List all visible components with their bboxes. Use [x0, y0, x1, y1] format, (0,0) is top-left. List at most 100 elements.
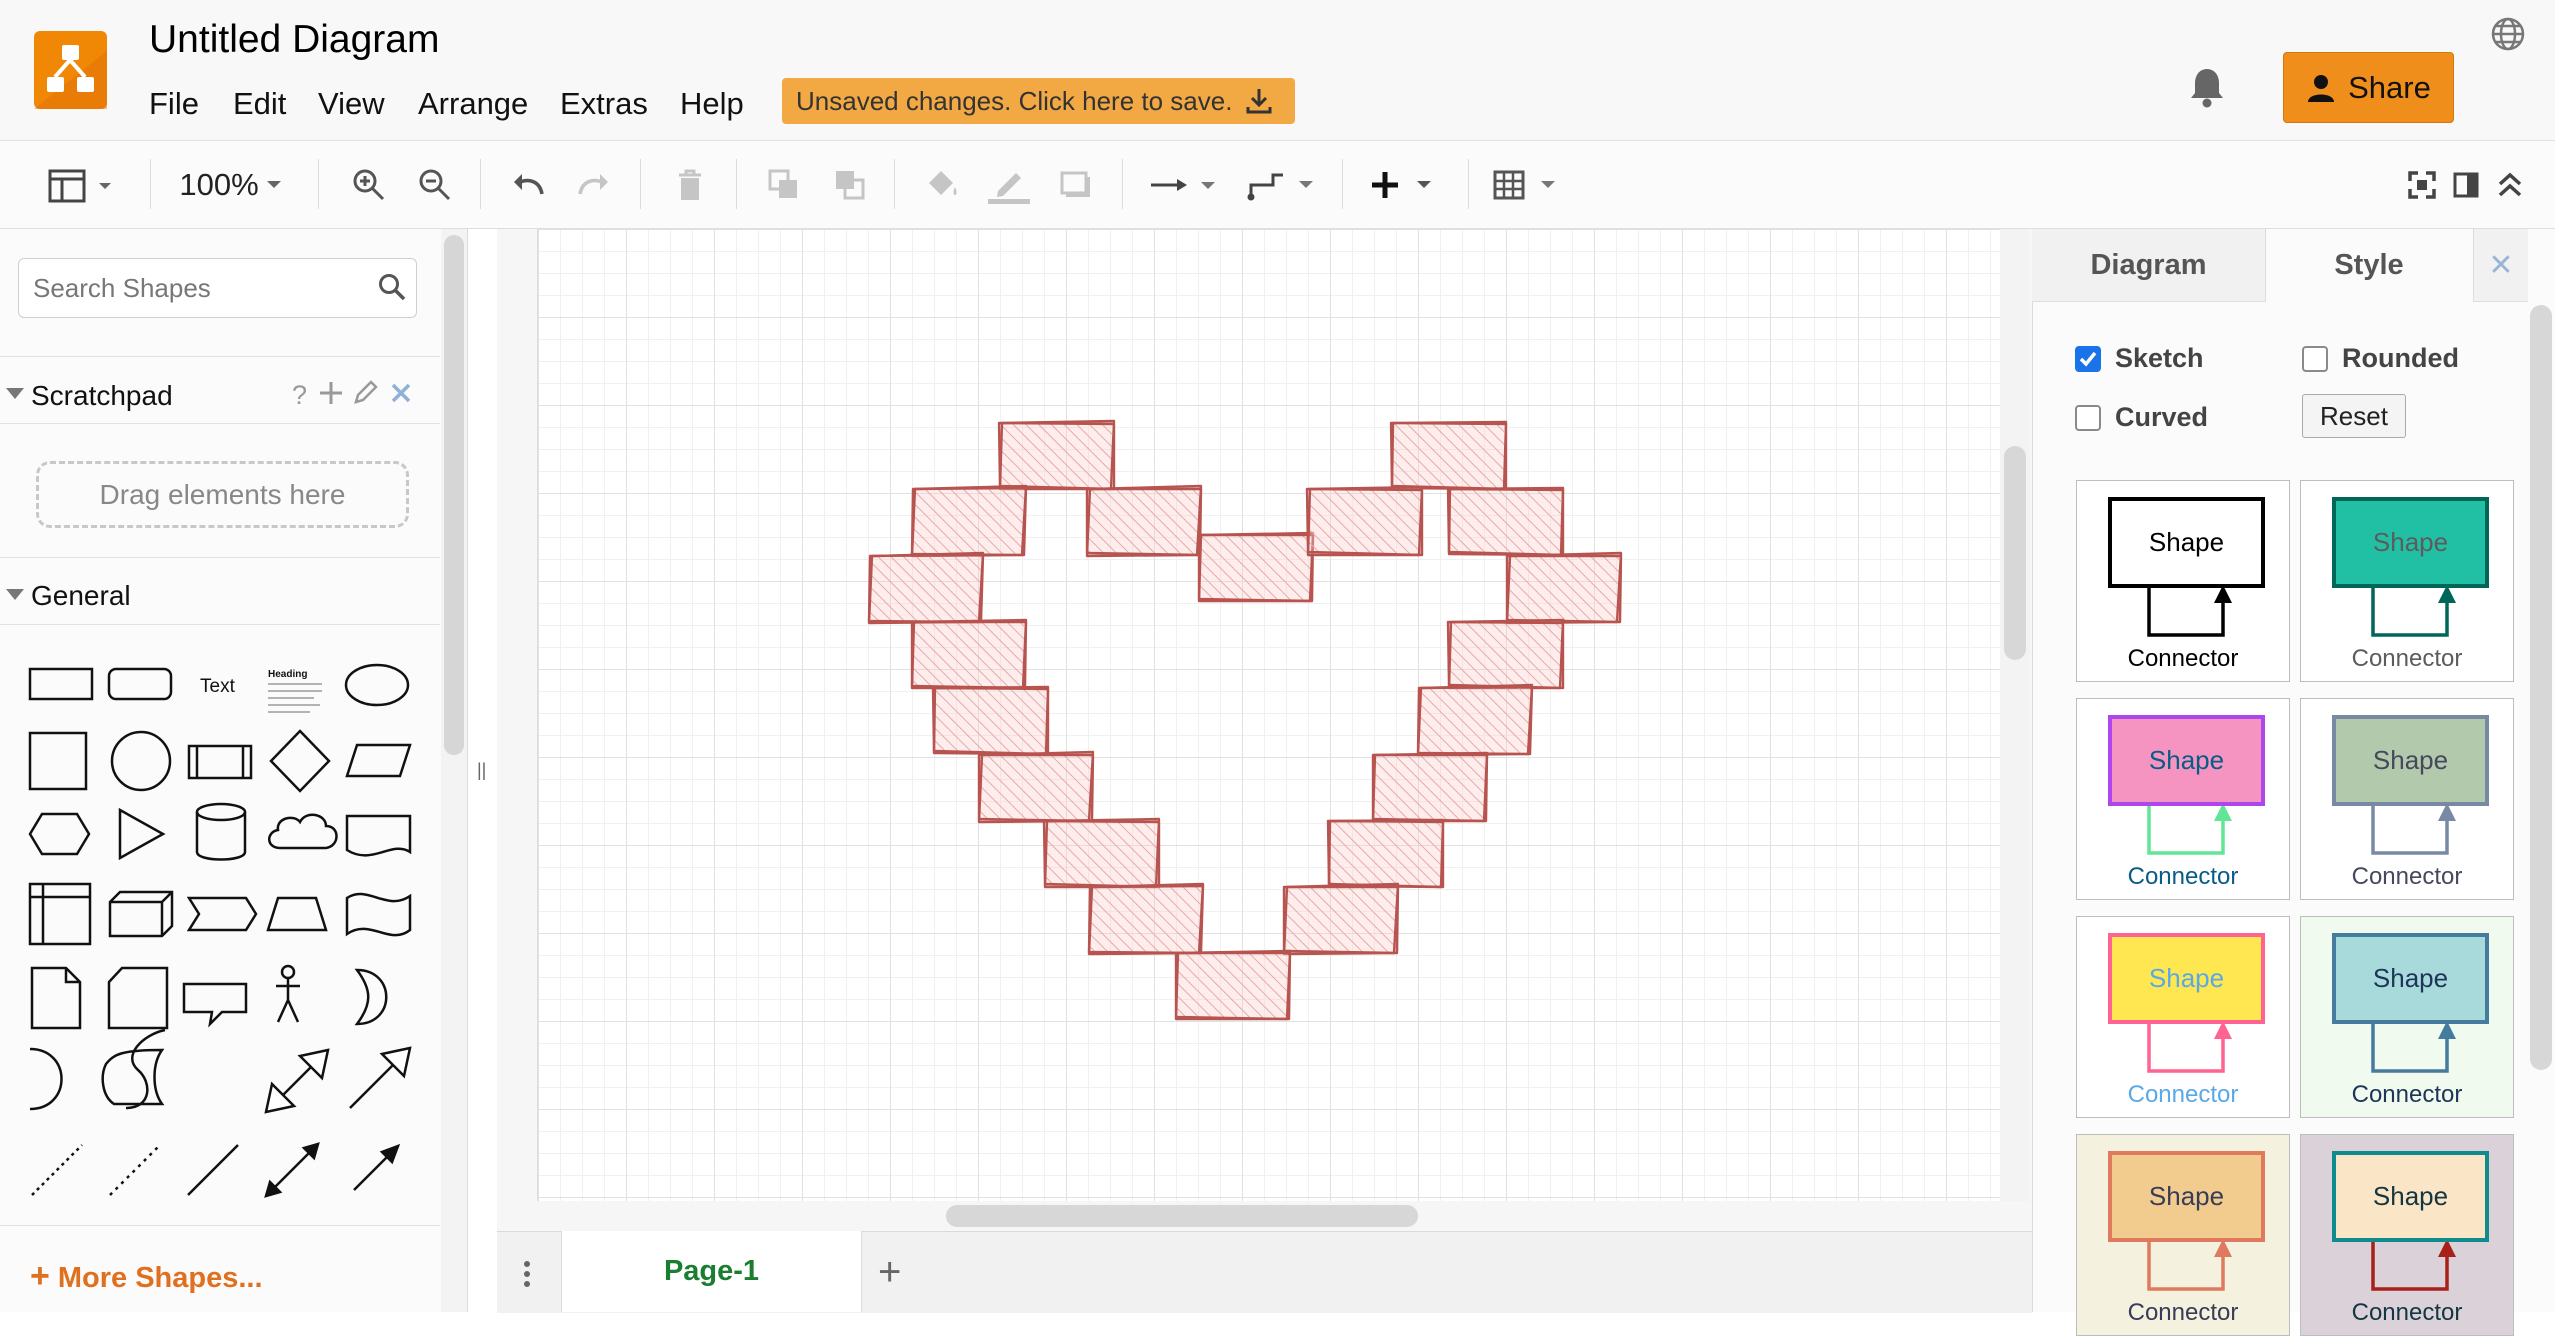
heart-brick-shape[interactable] — [910, 618, 1028, 690]
search-shapes-input[interactable]: Search Shapes — [18, 258, 417, 318]
scratchpad-edit-icon[interactable] — [352, 378, 380, 406]
internal-storage-shape[interactable] — [28, 882, 92, 946]
table-dropdown[interactable] — [1490, 141, 1568, 228]
diagram-title[interactable]: Untitled Diagram — [149, 18, 439, 62]
line-shape[interactable] — [187, 1144, 239, 1196]
rounded-checkbox-row[interactable]: Rounded — [2302, 343, 2459, 374]
collapse-toolbar-button[interactable] — [2490, 141, 2530, 228]
shadow-button[interactable] — [1054, 141, 1098, 228]
waypoints-dropdown[interactable] — [1244, 141, 1322, 228]
heart-brick-shape[interactable] — [977, 750, 1095, 824]
menu-arrange[interactable]: Arrange — [418, 86, 528, 122]
to-back-button[interactable] — [828, 141, 872, 228]
zoom-in-button[interactable] — [348, 141, 390, 228]
scratchpad-drop-zone[interactable]: Drag elements here — [36, 461, 409, 528]
cloud-shape[interactable] — [268, 813, 338, 850]
heart-brick-shape[interactable] — [1087, 882, 1205, 956]
process-shape[interactable] — [187, 744, 253, 780]
style-preset-tile[interactable]: Shape Connector — [2076, 1134, 2290, 1336]
heart-brick-shape[interactable] — [1305, 485, 1424, 557]
insert-dropdown[interactable] — [1366, 141, 1444, 228]
style-preset-tile[interactable]: Shape Connector — [2300, 480, 2514, 682]
rounded-rectangle-shape[interactable] — [107, 667, 173, 701]
toggle-panel-button[interactable] — [2446, 141, 2486, 228]
card-shape[interactable] — [107, 966, 169, 1030]
or-shape[interactable] — [354, 968, 388, 1026]
format-panel-toggle-button[interactable] — [40, 141, 120, 228]
dotted-line-shape[interactable] — [31, 1144, 83, 1196]
heart-brick-shape[interactable] — [1042, 817, 1161, 889]
trapezoid-shape[interactable] — [266, 896, 328, 932]
curved-checkbox[interactable] — [2075, 404, 2101, 431]
heart-brick-shape[interactable] — [1174, 949, 1292, 1021]
menu-file[interactable]: File — [149, 86, 199, 122]
text-shape[interactable]: Text — [200, 676, 236, 697]
bidirectional-arrow-shape[interactable] — [264, 1048, 330, 1114]
heart-brick-shape[interactable] — [1389, 420, 1508, 491]
sketch-checkbox[interactable] — [2075, 345, 2101, 372]
cube-shape[interactable] — [108, 890, 174, 938]
heart-brick-shape[interactable] — [1371, 751, 1489, 823]
heart-brick-shape[interactable] — [910, 484, 1028, 558]
undo-button[interactable] — [506, 141, 548, 228]
zoom-out-button[interactable] — [414, 141, 456, 228]
heart-brick-shape[interactable] — [1446, 486, 1565, 557]
pages-menu-icon[interactable] — [517, 1258, 537, 1290]
hexagon-shape[interactable] — [28, 812, 91, 856]
heart-brick-shape[interactable] — [997, 419, 1116, 491]
style-preset-tile[interactable]: Shape Connector — [2076, 480, 2290, 682]
square-shape[interactable] — [28, 731, 88, 791]
curved-checkbox-row[interactable]: Curved — [2075, 402, 2208, 433]
tab-diagram[interactable]: Diagram — [2032, 229, 2266, 302]
style-preset-tile[interactable]: Shape Connector — [2300, 916, 2514, 1118]
format-panel-scrollbar[interactable] — [2530, 305, 2552, 1070]
menu-edit[interactable]: Edit — [233, 86, 286, 122]
reset-button[interactable]: Reset — [2302, 394, 2406, 438]
connection-style-dropdown[interactable] — [1146, 141, 1224, 228]
line-color-button[interactable] — [986, 141, 1032, 228]
step-shape[interactable] — [186, 896, 258, 932]
unsaved-changes-button[interactable]: Unsaved changes. Click here to save. — [782, 78, 1295, 124]
heading-shape[interactable] — [268, 683, 322, 713]
canvas-vertical-scrollbar[interactable] — [2004, 446, 2026, 660]
scratchpad-add-icon[interactable] — [318, 380, 344, 406]
callout-shape[interactable] — [182, 982, 248, 1028]
directional-connector-shape[interactable] — [353, 1143, 401, 1191]
delay-shape[interactable] — [29, 1047, 63, 1111]
zoom-dropdown[interactable]: 100% — [170, 141, 298, 228]
heart-brick-shape[interactable] — [1446, 618, 1565, 690]
dashed-line-shape[interactable] — [109, 1144, 161, 1196]
heart-brick-shape[interactable] — [1197, 531, 1315, 603]
more-shapes-button[interactable]: + More Shapes... — [30, 1257, 263, 1296]
language-globe-icon[interactable] — [2490, 16, 2526, 52]
menu-extras[interactable]: Extras — [560, 86, 648, 122]
fill-color-button[interactable] — [920, 141, 964, 228]
style-preset-tile[interactable]: Shape Connector — [2076, 698, 2290, 900]
arrow-shape[interactable] — [349, 1046, 412, 1109]
rectangle-shape[interactable] — [28, 667, 94, 701]
circle-shape[interactable] — [110, 730, 172, 792]
ellipse-shape[interactable] — [344, 663, 410, 707]
diamond-shape[interactable] — [269, 729, 331, 793]
style-preset-tile[interactable]: Shape Connector — [2076, 916, 2290, 1118]
menu-view[interactable]: View — [318, 86, 385, 122]
heart-brick-shape[interactable] — [1282, 882, 1400, 956]
sketch-checkbox-row[interactable]: Sketch — [2075, 343, 2204, 374]
cylinder-shape[interactable] — [195, 802, 247, 861]
delete-button[interactable] — [668, 141, 712, 228]
heart-brick-shape[interactable] — [931, 685, 1050, 756]
bidirectional-connector-shape[interactable] — [264, 1142, 320, 1198]
heart-brick-shape[interactable] — [867, 551, 985, 625]
actor-shape[interactable] — [276, 964, 300, 1023]
scratchpad-close-icon[interactable] — [390, 382, 412, 404]
redo-button[interactable] — [574, 141, 616, 228]
document-shape[interactable] — [345, 814, 412, 857]
sidebar-resize-grip[interactable]: || — [477, 760, 486, 781]
heart-brick-shape[interactable] — [1505, 551, 1623, 625]
heart-brick-shape[interactable] — [1416, 683, 1534, 757]
share-button[interactable]: Share — [2283, 52, 2454, 123]
notification-bell-icon[interactable] — [2189, 66, 2225, 108]
to-front-button[interactable] — [762, 141, 806, 228]
page-tab-active[interactable]: Page-1 — [561, 1231, 862, 1312]
search-icon[interactable] — [377, 272, 407, 302]
